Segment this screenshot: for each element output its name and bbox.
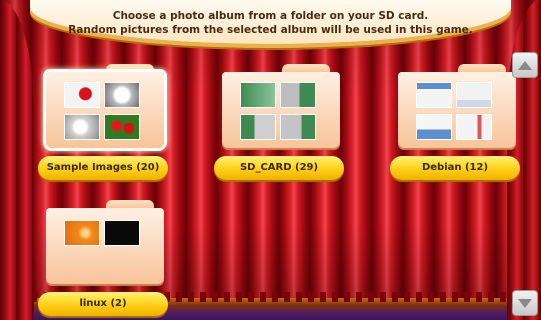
thumbnail-red-rose: [64, 82, 100, 108]
album-label-button[interactable]: Debian (12): [390, 156, 520, 180]
thumbnail-black-image: [104, 220, 140, 246]
scroll-up-button[interactable]: [512, 52, 538, 78]
folder-body: [46, 208, 164, 284]
thumbnail-orange-swirl: [64, 220, 100, 246]
folder-body: [398, 72, 516, 148]
thumbnail-white-flower: [64, 114, 100, 140]
album-label-button[interactable]: Sample Images (20): [38, 156, 168, 180]
instruction-line-1: Choose a photo album from a folder on yo…: [112, 10, 429, 22]
triangle-up-icon: [518, 60, 532, 70]
folder-icon[interactable]: [222, 64, 340, 148]
thumbnail-white-screenshot: [456, 82, 492, 108]
thumbnail-white-screenshot: [416, 114, 452, 140]
folder-body: [46, 72, 164, 148]
folder-icon[interactable]: [398, 64, 516, 148]
header-plate: [30, 0, 511, 44]
thumbnail-red-flowers: [104, 114, 140, 140]
thumbnail-white-screenshot: [416, 82, 452, 108]
thumbnail-white-rose: [104, 82, 140, 108]
thumbnail-green-screenshot: [240, 82, 276, 108]
scroll-down-button[interactable]: [512, 290, 538, 316]
folder-body: [222, 72, 340, 148]
folder-icon[interactable]: [46, 200, 164, 284]
album-label-button[interactable]: linux (2): [38, 292, 168, 316]
thumbnail-white-screenshot: [456, 114, 492, 140]
thumbnail-green-screenshot: [240, 114, 276, 140]
album-label-button[interactable]: SD_CARD (29): [214, 156, 344, 180]
triangle-down-icon: [518, 298, 532, 308]
folder-icon[interactable]: [46, 64, 164, 148]
instruction-header: Choose a photo album from a folder on yo…: [0, 0, 541, 54]
instruction-line-2: Random pictures from the selected album …: [68, 24, 473, 36]
game-screen: Choose a photo album from a folder on yo…: [0, 0, 541, 320]
thumbnail-gray-screenshot: [280, 82, 316, 108]
thumbnail-gray-screenshot: [280, 114, 316, 140]
